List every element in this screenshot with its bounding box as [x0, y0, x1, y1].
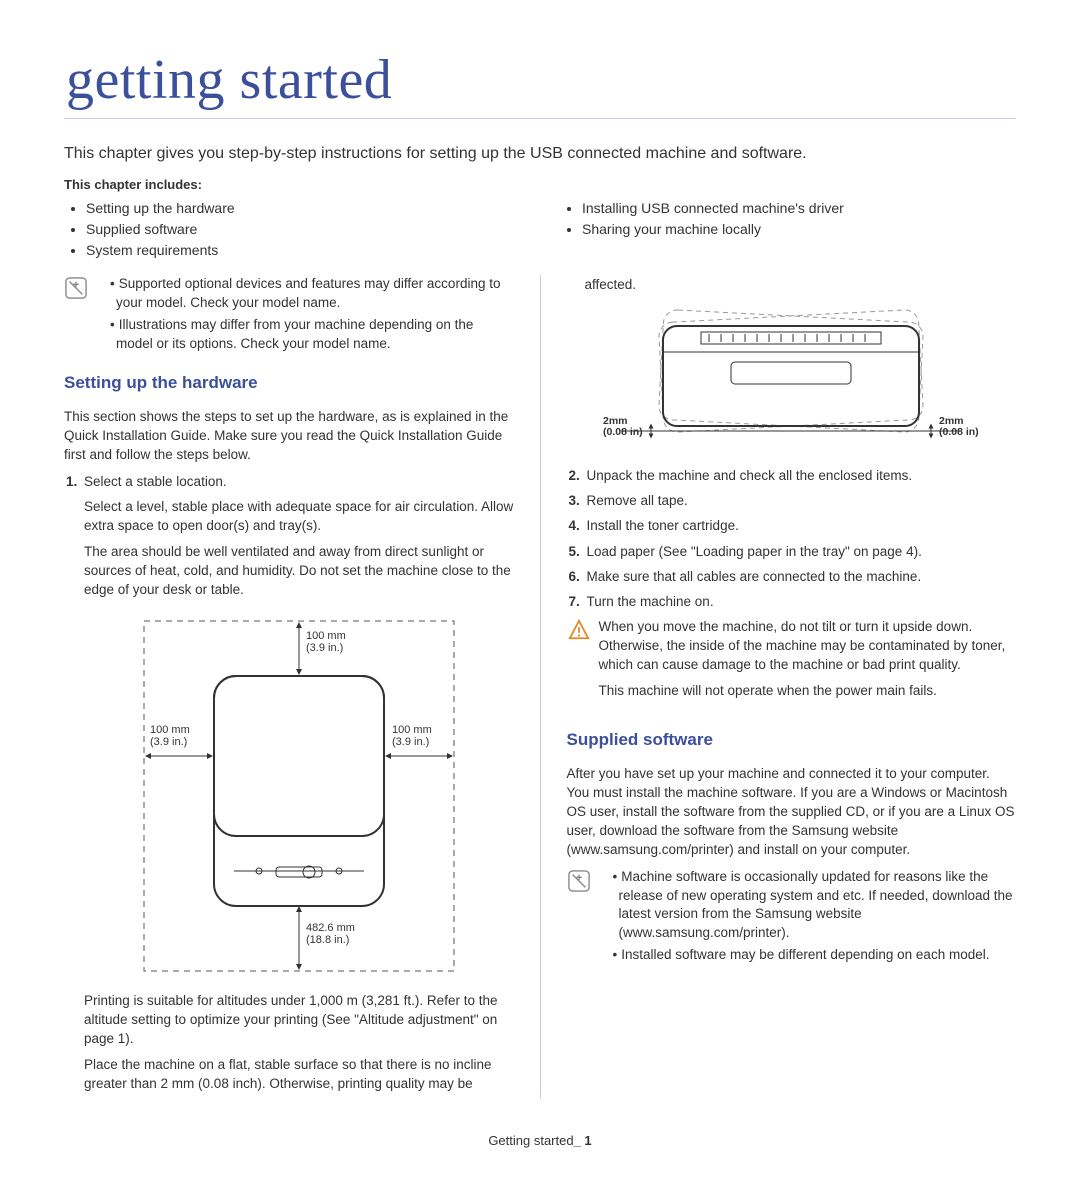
svg-text:100 mm(3.9 in.): 100 mm(3.9 in.)	[150, 724, 190, 748]
paragraph: This section shows the steps to set up t…	[64, 407, 514, 464]
list-item: 5.Load paper (See "Loading paper in the …	[569, 542, 1017, 561]
tilt-diagram: 2mm(0.08 in) 2mm(0.08 in)	[591, 306, 991, 456]
warning-icon	[567, 618, 591, 642]
info-note: Machine software is occasionally updated…	[567, 868, 1017, 968]
note-icon	[567, 869, 591, 893]
list-item: 7.Turn the machine on.	[569, 592, 1017, 611]
includes-label: This chapter includes:	[64, 177, 1016, 192]
section-heading-software: Supplied software	[567, 728, 1017, 752]
info-note: Supported optional devices and features …	[64, 275, 514, 357]
contents-left: Setting up the hardware Supplied softwar…	[64, 198, 520, 261]
list-item: 2.Unpack the machine and check all the e…	[569, 466, 1017, 485]
step-lead: Select a stable location.	[84, 472, 514, 491]
svg-text:2mm(0.08 in): 2mm(0.08 in)	[603, 415, 643, 438]
page-footer: Getting started_ 1	[64, 1133, 1016, 1148]
paragraph: Printing is suitable for altitudes under…	[84, 991, 514, 1048]
paragraph: Place the machine on a flat, stable surf…	[84, 1055, 514, 1093]
continued-word: affected.	[567, 275, 1017, 294]
ordered-steps-left: 1. Select a stable location. Select a le…	[64, 472, 514, 1093]
list-item: Supplied software	[86, 219, 520, 240]
list-item: System requirements	[86, 240, 520, 261]
svg-text:100 mm(3.9 in.): 100 mm(3.9 in.)	[306, 630, 346, 654]
list-item: Installing USB connected machine's drive…	[582, 198, 1016, 219]
warning-text: When you move the machine, do not tilt o…	[599, 617, 1017, 706]
note-lines: Machine software is occasionally updated…	[601, 868, 1017, 968]
list-item: 3.Remove all tape.	[569, 491, 1017, 510]
section-heading-hardware: Setting up the hardware	[64, 371, 514, 395]
column-right: affected.	[540, 275, 1017, 1099]
paragraph: After you have set up your machine and c…	[567, 764, 1017, 860]
footer-page-number: _ 1	[574, 1133, 592, 1148]
page: getting started This chapter gives you s…	[0, 0, 1080, 1178]
svg-text:482.6 mm(18.8 in.): 482.6 mm(18.8 in.)	[306, 922, 355, 946]
note-line: Illustrations may differ from your machi…	[98, 316, 514, 354]
list-item: Setting up the hardware	[86, 198, 520, 219]
footer-text: Getting started	[488, 1133, 573, 1148]
clearance-diagram: 100 mm(3.9 in.) 100 mm(3.9 in.) 100 mm(3…	[134, 611, 464, 981]
list-item: Sharing your machine locally	[582, 219, 1016, 240]
divider	[64, 118, 1016, 119]
note-lines: Supported optional devices and features …	[98, 275, 514, 357]
ordered-steps-right: 2.Unpack the machine and check all the e…	[567, 466, 1017, 611]
column-left: Supported optional devices and features …	[64, 275, 540, 1099]
page-title: getting started	[66, 48, 1016, 112]
contents-list: Setting up the hardware Supplied softwar…	[64, 198, 1016, 261]
list-item: 6.Make sure that all cables are connecte…	[569, 567, 1017, 586]
note-line: Supported optional devices and features …	[98, 275, 514, 313]
two-column-body: Supported optional devices and features …	[64, 275, 1016, 1099]
note-line: Installed software may be different depe…	[601, 946, 1017, 965]
intro-paragraph: This chapter gives you step-by-step inst…	[64, 145, 1016, 163]
note-icon	[64, 276, 88, 300]
contents-right: Installing USB connected machine's drive…	[560, 198, 1016, 261]
svg-text:100 mm(3.9 in.): 100 mm(3.9 in.)	[392, 724, 432, 748]
step-number: 1.	[66, 472, 77, 491]
paragraph: Select a level, stable place with adequa…	[84, 497, 514, 535]
note-line: Machine software is occasionally updated…	[601, 868, 1017, 944]
svg-text:2mm(0.08 in): 2mm(0.08 in)	[939, 415, 979, 438]
step-1: 1. Select a stable location. Select a le…	[66, 472, 514, 1093]
paragraph: This machine will not operate when the p…	[599, 681, 1017, 700]
paragraph: When you move the machine, do not tilt o…	[599, 617, 1017, 674]
paragraph: The area should be well ventilated and a…	[84, 542, 514, 599]
list-item: 4.Install the toner cartridge.	[569, 516, 1017, 535]
warning-note: When you move the machine, do not tilt o…	[567, 617, 1017, 706]
